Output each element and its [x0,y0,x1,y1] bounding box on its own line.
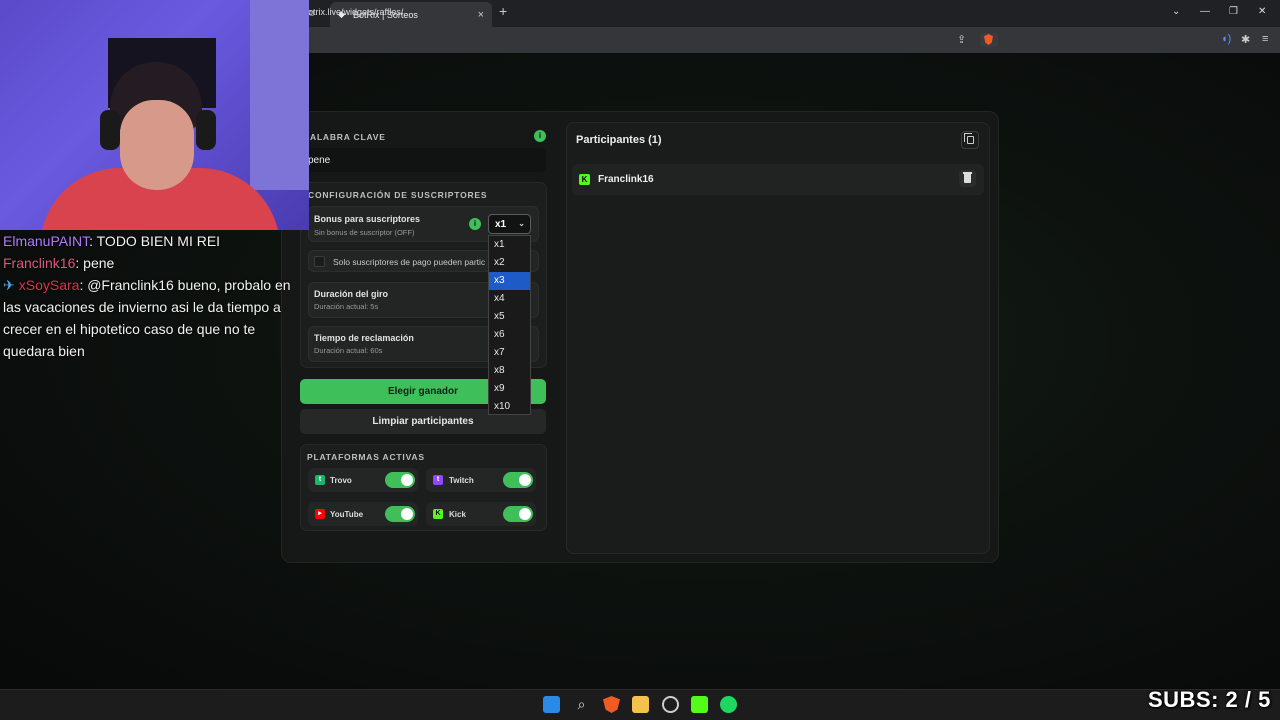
paid-only-checkbox[interactable] [314,256,325,267]
search-icon[interactable]: ⌕ [573,696,590,713]
delete-participant-icon[interactable] [959,170,976,187]
youtube-icon: ▸ [315,509,325,519]
bonus-option[interactable]: x1 [489,236,530,254]
kick-icon: K [433,509,443,519]
keyword-label: ALABRA CLAVE [310,132,386,142]
copy-icon[interactable] [961,131,979,149]
chat-text: : pene [75,255,115,271]
menu-icon[interactable]: ≡ [1262,33,1268,45]
chat-message: ElmanuPAINT: TODO BIEN MI REI [0,230,300,252]
platform-name: Trovo [330,476,352,485]
webcam-person-face [120,100,194,190]
kick-icon: K [579,174,590,185]
share-icon[interactable]: ⇪ [957,33,966,46]
headset-icon [100,110,120,150]
platform-name: Twitch [449,476,474,485]
subs-goal-overlay: SUBS: 2 / 5 [1148,687,1271,712]
tab-list-chevron-icon[interactable]: ⌄ [1172,6,1180,17]
bonus-option-highlighted[interactable]: x3 [489,272,530,290]
bonus-option[interactable]: x8 [489,362,530,380]
keyword-info-icon[interactable]: i [534,130,546,142]
chat-message: ✈ xSoySara: @Franclink16 bueno, probalo e… [0,274,300,362]
close-window-button[interactable]: ✕ [1258,6,1266,17]
minimize-button[interactable]: — [1200,6,1210,17]
file-explorer-icon[interactable] [632,696,649,713]
bonus-select-value: x1 [495,219,507,230]
headset-icon [196,110,216,150]
paid-only-label: Solo suscriptores de pago pueden partic [333,257,486,267]
youtube-toggle[interactable] [385,506,415,522]
participants-title: Participantes (1) [576,134,662,146]
keyword-input[interactable]: pene [300,148,546,172]
chat-message: Franclink16: pene [0,252,300,274]
webcam-door [250,0,309,190]
subscriber-config-title: CONFIGURACIÓN DE SUSCRIPTORES [308,190,488,200]
chat-username: xSoySara [18,277,80,293]
clock-app-icon[interactable] [662,696,679,713]
close-tab-icon[interactable]: × [478,9,484,21]
extensions-icon[interactable]: ✱ [1241,33,1250,46]
bonus-dropdown-list: x1 x2 x3 x4 x5 x6 x7 x8 x9 x10 [488,235,531,415]
bonus-option[interactable]: x5 [489,308,530,326]
bonus-title: Bonus para suscriptores [314,214,421,224]
webcam-overlay [0,0,309,230]
bonus-option[interactable]: x9 [489,380,530,398]
new-tab-button[interactable]: + [499,3,507,19]
url-field[interactable]: otrix.live/widgets/raffles/ [308,7,403,17]
chevron-down-icon: ⌄ [518,219,525,228]
bonus-option[interactable]: x2 [489,254,530,272]
chat-badge-icon: ✈ [3,277,15,293]
bonus-option[interactable]: x10 [489,398,530,416]
chat-username: Franclink16 [3,255,76,271]
windows-start-icon[interactable] [543,696,560,713]
maximize-button[interactable]: ❐ [1229,6,1238,17]
bonus-option[interactable]: x7 [489,344,530,362]
kick-app-icon[interactable] [691,696,708,713]
claim-time-subtitle: Duración actual: 60s [314,346,383,355]
brave-shield-icon[interactable] [980,33,998,47]
bonus-info-icon[interactable]: i [469,218,481,230]
spotify-icon[interactable] [720,696,737,713]
twitch-toggle[interactable] [503,472,533,488]
claim-time-title: Tiempo de reclamación [314,333,414,343]
bonus-subtitle: Sin bonus de suscriptor (OFF) [314,228,415,237]
platforms-title: PLATAFORMAS ACTIVAS [307,452,425,462]
chat-overlay: ElmanuPAINT: TODO BIEN MI REI Franclink1… [0,230,300,362]
platform-name: Kick [449,510,466,519]
chat-text: : TODO BIEN MI REI [89,233,221,249]
kick-toggle[interactable] [503,506,533,522]
chat-username: ElmanuPAINT [3,233,90,249]
speaker-icon[interactable]: ◖) [1221,33,1231,45]
participant-name: Franclink16 [598,174,654,185]
trovo-toggle[interactable] [385,472,415,488]
bonus-option[interactable]: x4 [489,290,530,308]
spin-duration-subtitle: Duración actual: 5s [314,302,379,311]
platform-name: YouTube [330,510,364,519]
twitch-icon: t [433,475,443,485]
trovo-icon: t [315,475,325,485]
bonus-select[interactable]: x1 ⌄ [488,214,531,234]
spin-duration-title: Duración del giro [314,289,389,299]
bonus-option[interactable]: x6 [489,326,530,344]
